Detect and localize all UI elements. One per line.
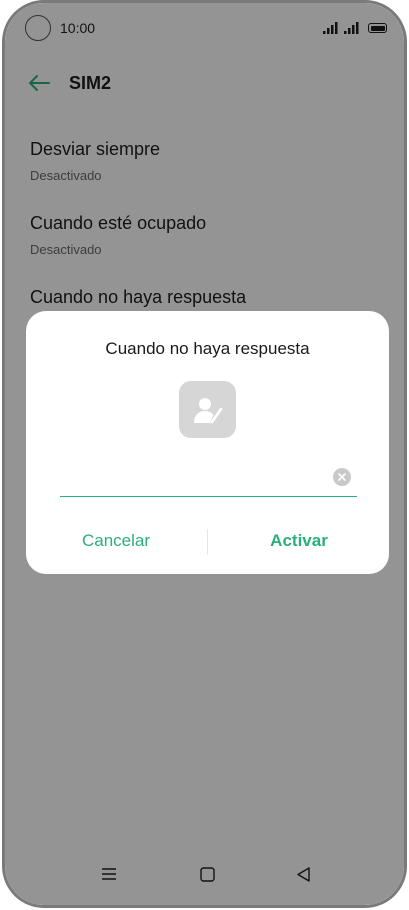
button-divider [207, 529, 208, 555]
clear-button[interactable] [333, 468, 351, 486]
phone-frame: 10:00 SIM2 Desviar siempre Desactivado C… [2, 0, 407, 908]
dialog-title: Cuando no haya respuesta [105, 339, 310, 358]
contact-picker-button[interactable] [179, 381, 236, 438]
cancel-button[interactable]: Cancelar [36, 523, 196, 559]
call-forward-dialog: Cuando no haya respuesta Cancelar Activa… [26, 311, 389, 574]
phone-number-input[interactable] [60, 461, 320, 495]
phone-number-field[interactable] [60, 461, 357, 497]
settings-screen: 10:00 SIM2 Desviar siempre Desactivado C… [5, 3, 404, 905]
contact-picker-icon [193, 397, 222, 423]
activate-button[interactable]: Activar [219, 523, 379, 559]
clear-icon [338, 473, 346, 481]
